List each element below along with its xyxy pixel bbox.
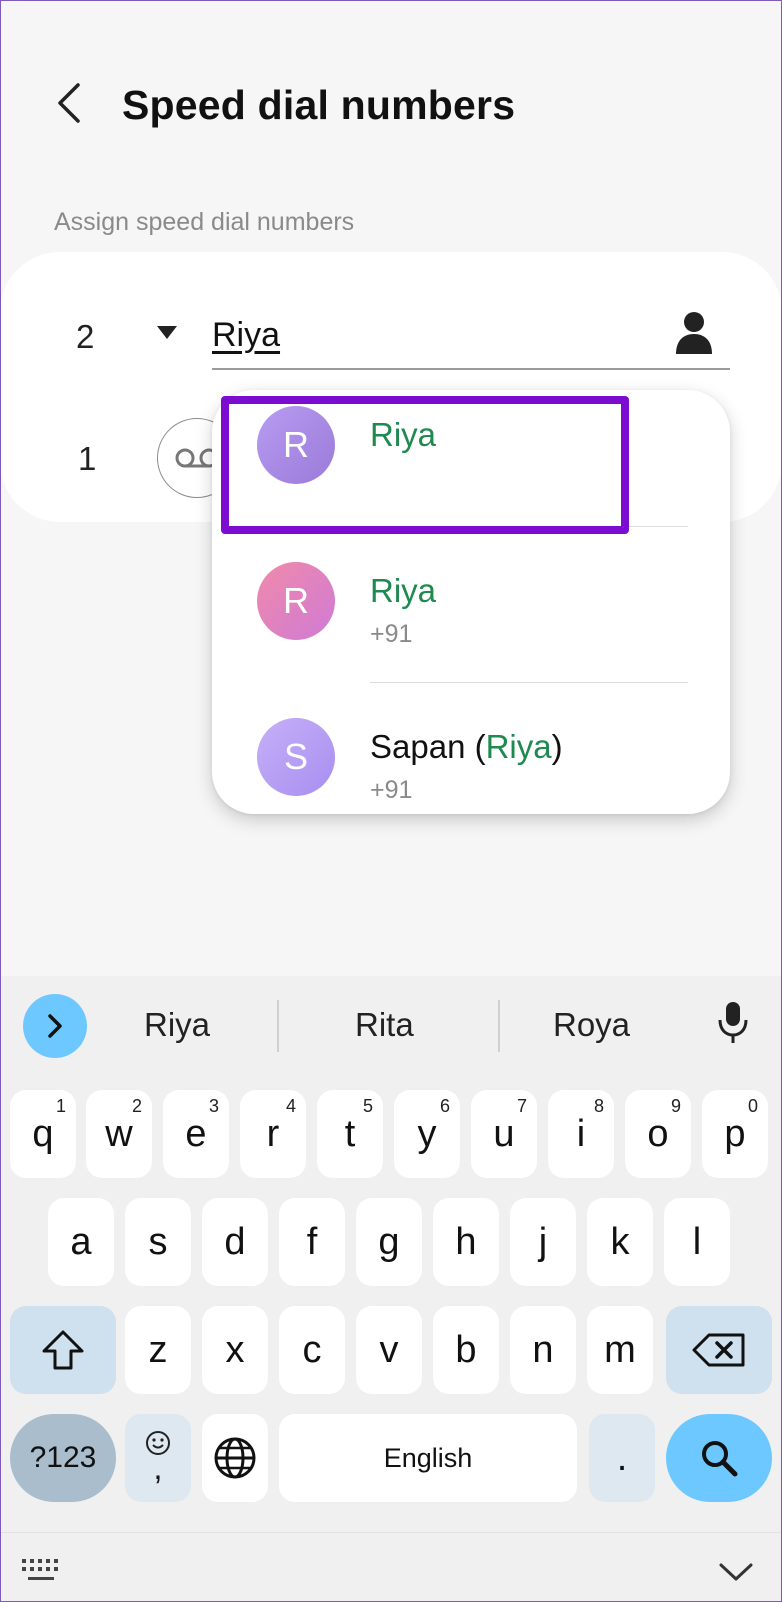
key-j[interactable]: j: [510, 1198, 576, 1286]
keyboard-grid-icon: [22, 1559, 58, 1580]
key-u[interactable]: u7: [471, 1090, 537, 1178]
key-d[interactable]: d: [202, 1198, 268, 1286]
key-a[interactable]: a: [48, 1198, 114, 1286]
key-r[interactable]: r4: [240, 1090, 306, 1178]
suggestion-item[interactable]: S Sapan (Riya) +91: [212, 702, 730, 814]
suggestion-phone: +91: [370, 620, 413, 648]
keyboard-switch-button[interactable]: [20, 1555, 64, 1590]
key-t[interactable]: t5: [317, 1090, 383, 1178]
chevron-left-icon: [58, 83, 80, 123]
key-w[interactable]: w2: [86, 1090, 152, 1178]
chevron-right-icon: [48, 1014, 62, 1038]
app-header: Speed dial numbers: [0, 60, 782, 150]
speed-dial-number-2: 2: [76, 318, 95, 355]
soft-keyboard: Riya Rita Roya q1 w2 e3 r4 t5 y6 u7 i8 o…: [0, 976, 782, 1602]
hide-keyboard-button[interactable]: [718, 1561, 754, 1588]
shift-arrow-icon: [42, 1330, 84, 1370]
shift-key[interactable]: [10, 1306, 116, 1394]
suggestion-name: Riya: [370, 572, 437, 609]
key-s[interactable]: s: [125, 1198, 191, 1286]
navigation-bar: [0, 1532, 782, 1602]
key-z[interactable]: z: [125, 1306, 191, 1394]
key-p[interactable]: p0: [702, 1090, 768, 1178]
key-k[interactable]: k: [587, 1198, 653, 1286]
key-l[interactable]: l: [664, 1198, 730, 1286]
divider: [277, 1000, 279, 1052]
divider: [498, 1000, 500, 1052]
key-i[interactable]: i8: [548, 1090, 614, 1178]
symbols-key[interactable]: ?123: [10, 1414, 116, 1502]
triangle-down-icon: [157, 326, 177, 339]
person-icon: [676, 312, 712, 354]
key-x[interactable]: x: [202, 1306, 268, 1394]
key-g[interactable]: g: [356, 1198, 422, 1286]
search-icon: [702, 1441, 738, 1477]
speed-dial-number-1: 1: [78, 440, 97, 477]
key-v[interactable]: v: [356, 1306, 422, 1394]
key-m[interactable]: m: [587, 1306, 653, 1394]
contact-name-value: Riya: [212, 316, 281, 354]
microphone-icon: [718, 1002, 748, 1043]
key-f[interactable]: f: [279, 1198, 345, 1286]
key-o[interactable]: o9: [625, 1090, 691, 1178]
section-label: Assign speed dial numbers: [54, 208, 355, 236]
keyboard-toolbar-expand-button[interactable]: [23, 994, 87, 1058]
number-dropdown-button[interactable]: [157, 326, 177, 345]
backspace-icon: [692, 1333, 745, 1367]
page-title: Speed dial numbers: [122, 82, 516, 128]
avatar: R: [257, 562, 335, 640]
period-key[interactable]: .: [589, 1414, 655, 1502]
key-c[interactable]: c: [279, 1306, 345, 1394]
globe-icon: [214, 1437, 256, 1479]
contact-picker-button[interactable]: [672, 310, 716, 356]
suggestion-name: Sapan (Riya): [370, 728, 563, 765]
backspace-key[interactable]: [666, 1306, 772, 1394]
word-suggestion[interactable]: Riya: [144, 1006, 210, 1044]
search-key[interactable]: [666, 1414, 772, 1502]
word-suggestion[interactable]: Rita: [355, 1006, 414, 1044]
word-suggestion[interactable]: Roya: [553, 1006, 630, 1044]
key-e[interactable]: e3: [163, 1090, 229, 1178]
language-key[interactable]: [202, 1414, 268, 1502]
emoji-comma-key[interactable]: ,: [125, 1414, 191, 1502]
key-q[interactable]: q1: [10, 1090, 76, 1178]
contact-name-input[interactable]: Riya: [212, 302, 730, 370]
highlight-annotation-box: [221, 396, 629, 534]
keyboard-suggestion-bar: Riya Rita Roya: [0, 976, 782, 1068]
key-n[interactable]: n: [510, 1306, 576, 1394]
suggestion-phone: +91: [370, 776, 413, 804]
key-h[interactable]: h: [433, 1198, 499, 1286]
microphone-button[interactable]: [716, 1000, 750, 1049]
key-b[interactable]: b: [433, 1306, 499, 1394]
space-key[interactable]: English: [279, 1414, 577, 1502]
back-button[interactable]: [46, 80, 92, 126]
chevron-down-icon: [719, 1563, 753, 1581]
avatar: S: [257, 718, 335, 796]
divider: [370, 682, 688, 683]
key-y[interactable]: y6: [394, 1090, 460, 1178]
